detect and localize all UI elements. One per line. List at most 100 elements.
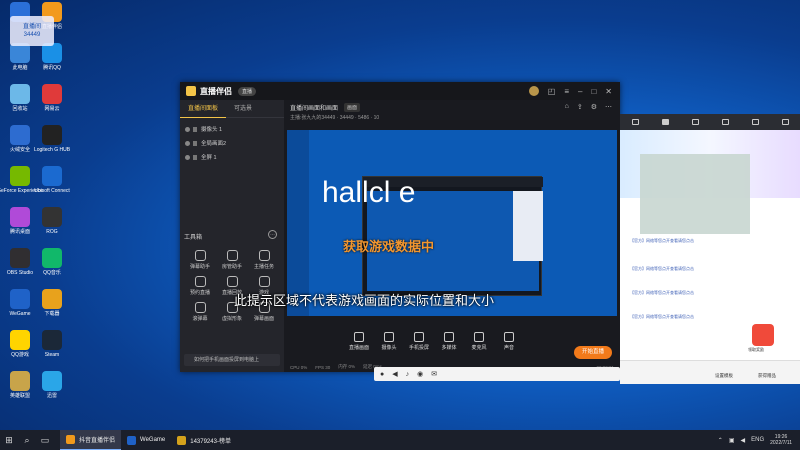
desktop-icon-label: 腾讯桌面 [9, 229, 30, 235]
notice-bar[interactable]: 如何把手机画面投屏到电脑上 [184, 354, 280, 366]
network-icon[interactable]: ▣ [729, 437, 735, 444]
browser-tab-icon[interactable] [631, 119, 639, 125]
task-view-icon[interactable]: ▭ [36, 430, 54, 450]
source-type-button[interactable]: 多媒体 [434, 331, 464, 351]
app-badge[interactable]: 直播 [238, 86, 257, 96]
source-type-button[interactable]: 摄像头 [374, 331, 404, 351]
gift-label: 领取奖励 [748, 347, 764, 352]
browser-home-icon[interactable] [661, 119, 669, 125]
tool-label: 房管助手 [221, 264, 242, 270]
notification-icon[interactable]: ◰ [548, 87, 556, 96]
source-item[interactable]: 全局画面2 [180, 136, 284, 150]
browser-shop-icon[interactable] [721, 119, 729, 125]
browser-message-line[interactable]: 【官方】网络等您点开查看请您点击 [630, 290, 694, 296]
desktop-icon[interactable]: ROG [34, 207, 70, 247]
eye-icon[interactable] [185, 154, 190, 160]
speaker-icon[interactable]: ◀ [392, 370, 397, 378]
desktop-icon[interactable]: 下载器 [34, 289, 70, 329]
layout-icon[interactable]: ⌂ [565, 103, 569, 111]
tool-label: 滚弹幕 [192, 316, 208, 322]
tool-button[interactable]: 滚弹幕 [184, 302, 216, 322]
gift-icon[interactable] [752, 324, 774, 346]
desktop-icon[interactable]: QQ音乐 [34, 248, 70, 288]
footer-right[interactable]: 获得赠品 [758, 373, 776, 379]
taskbar-task[interactable]: WeGame [121, 430, 171, 450]
mic-icon[interactable]: ● [380, 371, 384, 378]
share-icon[interactable]: ⇪ [577, 103, 583, 111]
browser-message-line[interactable]: 【官方】网络等您点开查看请您点击 [630, 314, 694, 320]
footer-left[interactable]: 设置模板 [715, 373, 733, 379]
volume-icon[interactable]: ◀ [740, 437, 745, 444]
desktop-icon[interactable]: Steam [34, 330, 70, 370]
lock-icon[interactable] [193, 154, 197, 160]
desktop-icon[interactable]: 网易云 [34, 84, 70, 124]
record-icon[interactable]: ◉ [417, 370, 423, 378]
tool-icon [194, 276, 206, 287]
tool-button[interactable]: 弹幕助手 [184, 250, 216, 270]
source-type-button[interactable]: 手机投屏 [404, 331, 434, 351]
tab-scene[interactable]: 直播间面板 [180, 100, 227, 118]
tray-arrow-icon[interactable]: ⌃ [718, 437, 723, 444]
overlay-badge: 直播间 34449 [10, 16, 54, 46]
browser-message-line[interactable]: 【官方】网络等您点开查看请您点击 [630, 266, 694, 272]
tool-button[interactable]: 主播任务 [248, 250, 280, 270]
clock[interactable]: 19:26 2022/7/11 [770, 434, 792, 446]
desktop-icon[interactable]: OBS Studio [2, 248, 38, 288]
desktop-icon[interactable]: 回收站 [2, 84, 38, 124]
source-type-button[interactable]: 麦克风 [464, 331, 494, 351]
desktop-icon[interactable]: 火绒安全 [2, 125, 38, 165]
tool-icon [226, 250, 238, 261]
search-icon[interactable]: ⌕ [18, 430, 36, 450]
desktop-icon[interactable]: WeGame [2, 289, 38, 329]
browser-footer: 设置模板 获得赠品 [620, 360, 800, 384]
menu-icon[interactable]: ≡ [564, 87, 569, 96]
tab-optional[interactable]: 可选景 [226, 100, 260, 118]
start-live-button[interactable]: 开始直播 [574, 346, 612, 359]
lock-icon[interactable] [193, 140, 197, 146]
avatar[interactable] [528, 86, 539, 96]
source-item[interactable]: 摄像头 1 [180, 122, 284, 136]
close-icon[interactable]: ✕ [605, 87, 612, 96]
source-type-button[interactable]: 直播画面 [344, 331, 374, 351]
start-button[interactable]: ⊞ [0, 430, 18, 450]
preview-header-button[interactable]: 画面 [344, 102, 361, 112]
desktop-icon[interactable]: GeForce Experience [0, 166, 43, 206]
eye-icon[interactable] [185, 140, 190, 146]
more-icon[interactable]: ⋯ [605, 103, 612, 111]
maximize-icon[interactable]: □ [591, 87, 596, 96]
desktop-icon-label: ROG [46, 229, 58, 235]
desktop-icon[interactable]: QQ游戏 [2, 330, 38, 370]
blurred-block [640, 154, 750, 234]
browser-menu-icon[interactable] [781, 119, 789, 125]
source-type-button[interactable]: 声音 [494, 331, 524, 351]
chat-icon[interactable]: ✉ [431, 370, 437, 378]
desktop-icon[interactable]: 腾讯QQ [34, 43, 70, 83]
taskbar-task[interactable]: 14379243-榜单 [171, 430, 237, 450]
language-indicator[interactable]: ENG [751, 437, 764, 443]
desktop-icon[interactable]: 英雄联盟 [2, 371, 38, 411]
eye-icon[interactable] [185, 126, 190, 132]
music-icon[interactable]: ♪ [406, 371, 410, 378]
app-title-bar: 直播伴侣 直播 ◰ ≡ – □ ✕ [180, 82, 620, 100]
lock-icon[interactable] [193, 126, 197, 132]
app-icon [42, 207, 62, 227]
tool-button[interactable]: 预约直播 [184, 276, 216, 296]
browser-user-icon[interactable] [751, 119, 759, 125]
desktop-icon[interactable]: Logitech G HUB [34, 125, 70, 165]
taskbar-task[interactable]: 抖音直播伴侣 [60, 430, 122, 450]
settings-icon[interactable]: ⚙ [591, 103, 597, 111]
desktop-icon[interactable]: 迅雷 [34, 371, 70, 411]
stage-icon-column [287, 130, 309, 316]
desktop-icon-label: 腾讯QQ [43, 65, 61, 71]
minimize-icon[interactable]: – [578, 87, 582, 96]
source-item[interactable]: 全屏 1 [180, 150, 284, 164]
task-app-icon [66, 435, 75, 444]
tool-button[interactable]: 房管助手 [216, 250, 248, 270]
desktop-icon[interactable]: 此电脑 [2, 43, 38, 83]
more-tools-icon[interactable]: … [268, 230, 277, 239]
desktop-icon[interactable]: Ubisoft Connect [34, 166, 70, 206]
browser-game-icon[interactable] [691, 119, 699, 125]
browser-message-line[interactable]: 【官方】网络等您点开查看请您点击 [630, 238, 694, 244]
desktop-icon[interactable]: 腾讯桌面 [2, 207, 38, 247]
source-type-label: 手机投屏 [408, 344, 429, 351]
